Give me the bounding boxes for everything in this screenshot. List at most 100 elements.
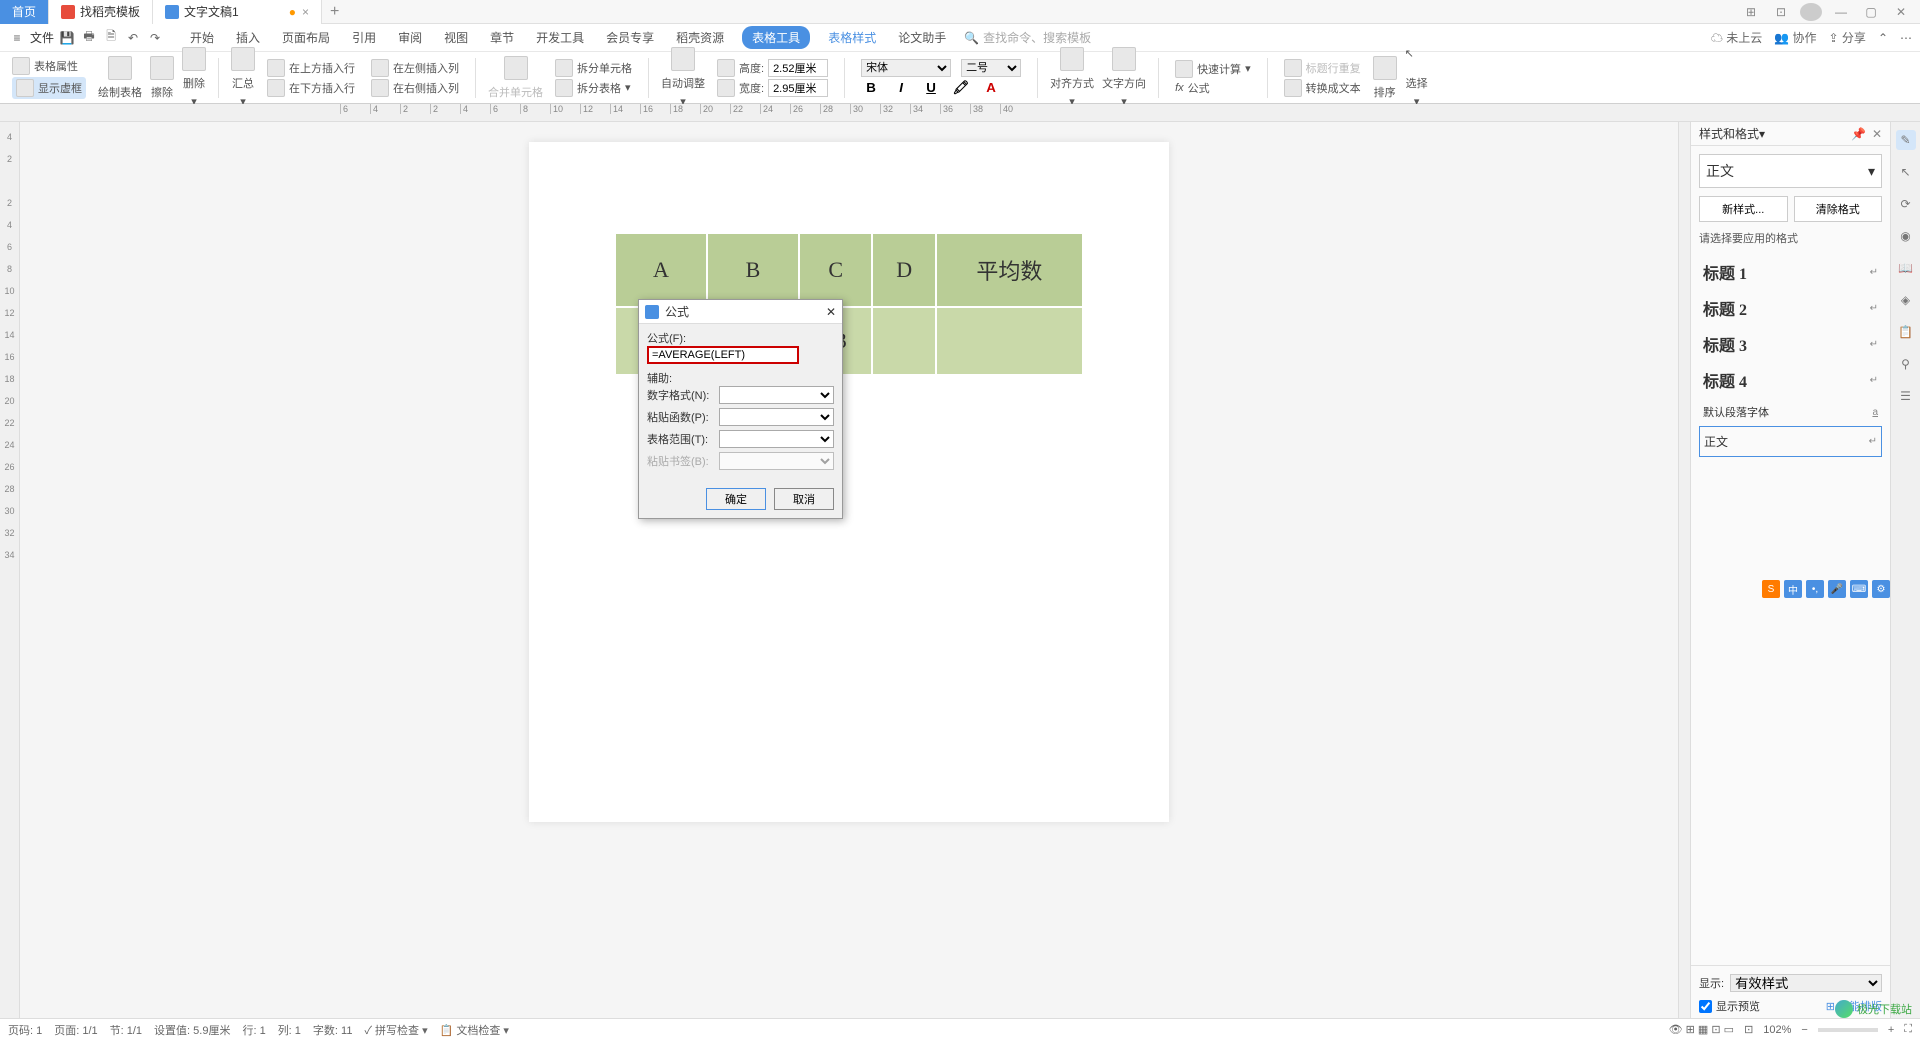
zoom-out-button[interactable]: −	[1801, 1024, 1807, 1036]
book-icon[interactable]: 📖	[1896, 258, 1916, 278]
ime-lang-button[interactable]: 中	[1784, 580, 1802, 598]
view-mode-icons[interactable]: 👁 ⊞ ▦ ⊡ ▭	[1669, 1023, 1734, 1036]
table-cell[interactable]	[872, 307, 935, 375]
show-select[interactable]: 有效样式	[1730, 974, 1882, 992]
style-item-heading2[interactable]: 标题 2↵	[1699, 290, 1882, 326]
cancel-button[interactable]: 取消	[774, 488, 834, 510]
ok-button[interactable]: 确定	[706, 488, 766, 510]
height-input[interactable]	[768, 59, 828, 77]
repeat-header-button[interactable]: 标题行重复	[1284, 59, 1361, 77]
menu-tab-member[interactable]: 会员专享	[602, 25, 658, 50]
close-panel-icon[interactable]: ✕	[1872, 127, 1882, 141]
style-item-heading3[interactable]: 标题 3↵	[1699, 326, 1882, 362]
table-cell[interactable]: C	[799, 233, 873, 307]
spell-check-button[interactable]: ✓ 拼写检查 ▾	[364, 1022, 427, 1038]
menu-tab-ref[interactable]: 引用	[348, 25, 380, 50]
paste-func-select[interactable]	[719, 408, 834, 426]
formula-input[interactable]	[647, 346, 799, 364]
underline-button[interactable]: U	[921, 79, 941, 97]
save-icon[interactable]: 💾	[58, 29, 76, 47]
share-button[interactable]: ⇪ 分享	[1829, 29, 1866, 46]
command-search[interactable]: 🔍 查找命令、搜索模板	[964, 29, 1091, 46]
font-size-select[interactable]: 二号	[961, 59, 1021, 77]
tab-document[interactable]: 文字文稿1 ● ×	[153, 0, 322, 24]
settings-icon[interactable]: ☰	[1896, 386, 1916, 406]
location-icon[interactable]: ◉	[1896, 226, 1916, 246]
pin-icon[interactable]: 📌	[1851, 127, 1866, 141]
highlight-button[interactable]: 🖍	[951, 79, 971, 97]
ime-voice-button[interactable]: 🎤	[1828, 580, 1846, 598]
print-icon[interactable]: 🖶	[80, 29, 98, 47]
erase-button[interactable]: 擦除	[150, 56, 174, 100]
text-direction-button[interactable]: 文字方向▾	[1102, 47, 1146, 108]
style-item-default-para[interactable]: 默认段落字体a	[1699, 398, 1882, 426]
layout-icon[interactable]: ⊞	[1740, 3, 1762, 21]
gem-icon[interactable]: ◈	[1896, 290, 1916, 310]
vertical-scrollbar[interactable]	[1678, 122, 1690, 1022]
add-tab-button[interactable]: +	[322, 3, 347, 21]
menu-icon[interactable]: ≡	[8, 29, 26, 47]
summary-button[interactable]: 汇总▾	[231, 47, 255, 108]
table-cell[interactable]: D	[872, 233, 935, 307]
align-button[interactable]: 对齐方式▾	[1050, 47, 1094, 108]
redo-icon[interactable]: ↷	[146, 29, 164, 47]
dialog-close-button[interactable]: ✕	[826, 305, 836, 319]
delete-button[interactable]: 删除▾	[182, 47, 206, 108]
ime-keyboard-button[interactable]: ⌨	[1850, 580, 1868, 598]
italic-button[interactable]: I	[891, 79, 911, 97]
collab-button[interactable]: 👥 协作	[1774, 29, 1816, 46]
sort-button[interactable]: 排序	[1373, 56, 1397, 100]
table-range-select[interactable]	[719, 430, 834, 448]
quick-calc-button[interactable]: 快速计算▾	[1175, 60, 1251, 78]
split-table-button[interactable]: 拆分表格▾	[555, 79, 632, 97]
more-icon[interactable]: ⋯	[1900, 31, 1912, 45]
width-input[interactable]	[768, 79, 828, 97]
clear-format-button[interactable]: 清除格式	[1794, 196, 1883, 222]
collapse-ribbon-icon[interactable]: ⌃	[1878, 31, 1888, 45]
current-style-select[interactable]: 正文▾	[1699, 154, 1882, 188]
menu-tab-table-style[interactable]: 表格样式	[824, 25, 880, 50]
style-item-body[interactable]: 正文↵	[1699, 426, 1882, 457]
zoom-level[interactable]: 102%	[1763, 1024, 1791, 1036]
preview-checkbox[interactable]: 显示预览	[1699, 998, 1760, 1014]
menu-tab-layout[interactable]: 页面布局	[278, 25, 334, 50]
tab-template-browser[interactable]: 找稻壳模板	[49, 0, 153, 24]
select-button[interactable]: ↖选择▾	[1405, 47, 1429, 108]
table-cell[interactable]: 平均数	[936, 233, 1083, 307]
style-item-heading4[interactable]: 标题 4↵	[1699, 362, 1882, 398]
font-color-button[interactable]: A	[981, 79, 1001, 97]
auto-adjust-button[interactable]: 自动调整▾	[661, 47, 705, 108]
insert-right-button[interactable]: 在右侧插入列	[371, 79, 459, 97]
table-cell[interactable]: B	[707, 233, 799, 307]
menu-tab-section[interactable]: 章节	[486, 25, 518, 50]
maximize-icon[interactable]: ▢	[1860, 3, 1882, 21]
user-avatar-icon[interactable]	[1800, 3, 1822, 21]
menu-tab-view[interactable]: 视图	[440, 25, 472, 50]
clipboard-icon[interactable]: 📋	[1896, 322, 1916, 342]
num-format-select[interactable]	[719, 386, 834, 404]
formula-button[interactable]: fx 公式	[1175, 80, 1251, 96]
ime-punct-button[interactable]: •,	[1806, 580, 1824, 598]
menu-tab-paper[interactable]: 论文助手	[894, 25, 950, 50]
zoom-fit-icon[interactable]: ⊡	[1744, 1023, 1753, 1036]
insert-left-button[interactable]: 在左侧插入列	[371, 59, 459, 77]
tab-home[interactable]: 首页	[0, 0, 49, 24]
apps-icon[interactable]: ⊡	[1770, 3, 1792, 21]
format-icon[interactable]: ✎	[1896, 130, 1916, 150]
style-item-heading1[interactable]: 标题 1↵	[1699, 254, 1882, 290]
insert-above-button[interactable]: 在上方插入行	[267, 59, 355, 77]
ime-logo-icon[interactable]: S	[1762, 580, 1780, 598]
undo-icon[interactable]: ↶	[124, 29, 142, 47]
table-cell[interactable]: A	[615, 233, 707, 307]
share-strip-icon[interactable]: ⚲	[1896, 354, 1916, 374]
zoom-in-button[interactable]: +	[1888, 1024, 1894, 1036]
menu-tab-review[interactable]: 审阅	[394, 25, 426, 50]
select-tool-icon[interactable]: ↖	[1896, 162, 1916, 182]
file-menu[interactable]: 文件	[30, 29, 54, 46]
refresh-icon[interactable]: ⟳	[1896, 194, 1916, 214]
menu-tab-dev[interactable]: 开发工具	[532, 25, 588, 50]
convert-to-text-button[interactable]: 转换成文本	[1284, 79, 1361, 97]
ime-settings-button[interactable]: ⚙	[1872, 580, 1890, 598]
split-cell-button[interactable]: 拆分单元格	[555, 59, 632, 77]
font-select[interactable]: 宋体	[861, 59, 951, 77]
